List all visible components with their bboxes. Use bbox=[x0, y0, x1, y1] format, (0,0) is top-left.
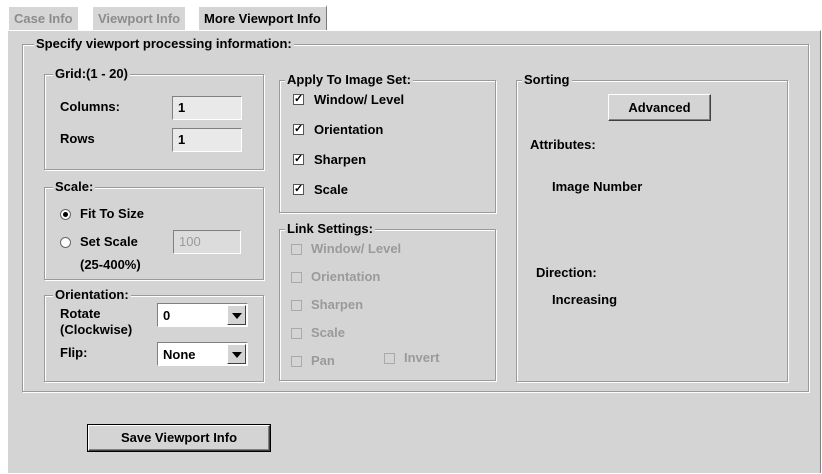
flip-label: Flip: bbox=[60, 345, 88, 360]
fit-to-size-label: Fit To Size bbox=[80, 206, 145, 221]
flip-select-value: None bbox=[163, 347, 196, 362]
columns-input[interactable]: 1 bbox=[172, 96, 242, 120]
chevron-down-icon[interactable] bbox=[227, 344, 246, 364]
set-scale-input[interactable]: 100 bbox=[173, 230, 241, 254]
set-scale-radio[interactable] bbox=[60, 237, 71, 248]
set-scale-label: Set Scale bbox=[80, 234, 138, 249]
apply-sharpen-label: Sharpen bbox=[314, 152, 367, 167]
attributes-label: Attributes: bbox=[530, 137, 596, 152]
apply-orientation-label: Orientation bbox=[314, 122, 384, 137]
flip-select[interactable]: None bbox=[157, 342, 248, 366]
link-orientation-label: Orientation bbox=[311, 269, 381, 284]
link-sharpen-label: Sharpen bbox=[311, 297, 364, 312]
link-legend: Link Settings: bbox=[285, 221, 375, 236]
sorting-legend: Sorting bbox=[522, 72, 572, 87]
link-orientation-checkbox[interactable] bbox=[291, 272, 302, 283]
rotate-label: Rotate bbox=[60, 306, 101, 321]
columns-label: Columns: bbox=[60, 99, 120, 114]
link-invert-checkbox[interactable] bbox=[384, 353, 395, 364]
grid-legend: Grid:(1 - 20) bbox=[53, 66, 130, 81]
tab-case-info[interactable]: Case Info bbox=[9, 7, 78, 31]
apply-window-level-label: Window/ Level bbox=[314, 92, 405, 107]
link-scale-label: Scale bbox=[311, 325, 345, 340]
scale-range-label: (25-400%) bbox=[80, 257, 141, 272]
apply-scale-label: Scale bbox=[314, 182, 348, 197]
link-pan-checkbox[interactable] bbox=[291, 356, 302, 367]
grid-group bbox=[44, 74, 264, 170]
attribute-value: Image Number bbox=[552, 179, 643, 194]
radio-selected-dot bbox=[63, 212, 68, 217]
apply-sharpen-checkbox[interactable]: ✓ bbox=[293, 154, 304, 165]
link-pan-label: Pan bbox=[311, 353, 335, 368]
advanced-button[interactable]: Advanced bbox=[608, 94, 711, 121]
scale-legend: Scale: bbox=[53, 179, 96, 194]
chevron-down-icon[interactable] bbox=[227, 305, 246, 325]
link-invert-label: Invert bbox=[404, 350, 440, 365]
tab-more-viewport-info[interactable]: More Viewport Info bbox=[197, 5, 327, 31]
link-window-level-label: Window/ Level bbox=[311, 241, 402, 256]
direction-label: Direction: bbox=[536, 265, 597, 280]
link-sharpen-checkbox[interactable] bbox=[291, 300, 302, 311]
apply-legend: Apply To Image Set: bbox=[285, 72, 413, 87]
apply-scale-checkbox[interactable]: ✓ bbox=[293, 184, 304, 195]
rows-input[interactable]: 1 bbox=[172, 128, 242, 152]
rotate-select-value: 0 bbox=[163, 308, 171, 323]
rotate-clockwise-label: (Clockwise) bbox=[60, 322, 133, 337]
rows-label: Rows bbox=[60, 131, 95, 146]
tab-viewport-info[interactable]: Viewport Info bbox=[93, 7, 186, 31]
rotate-select[interactable]: 0 bbox=[157, 303, 248, 327]
sorting-group bbox=[516, 80, 788, 382]
link-window-level-checkbox[interactable] bbox=[291, 244, 302, 255]
save-viewport-info-button[interactable]: Save Viewport Info bbox=[87, 424, 271, 452]
orientation-legend: Orientation: bbox=[53, 287, 131, 302]
apply-orientation-checkbox[interactable]: ✓ bbox=[293, 124, 304, 135]
apply-window-level-checkbox[interactable]: ✓ bbox=[293, 94, 304, 105]
fit-to-size-radio[interactable] bbox=[60, 209, 71, 220]
direction-value: Increasing bbox=[552, 292, 618, 307]
link-scale-checkbox[interactable] bbox=[291, 328, 302, 339]
main-group-legend: Specify viewport processing information: bbox=[34, 36, 294, 51]
